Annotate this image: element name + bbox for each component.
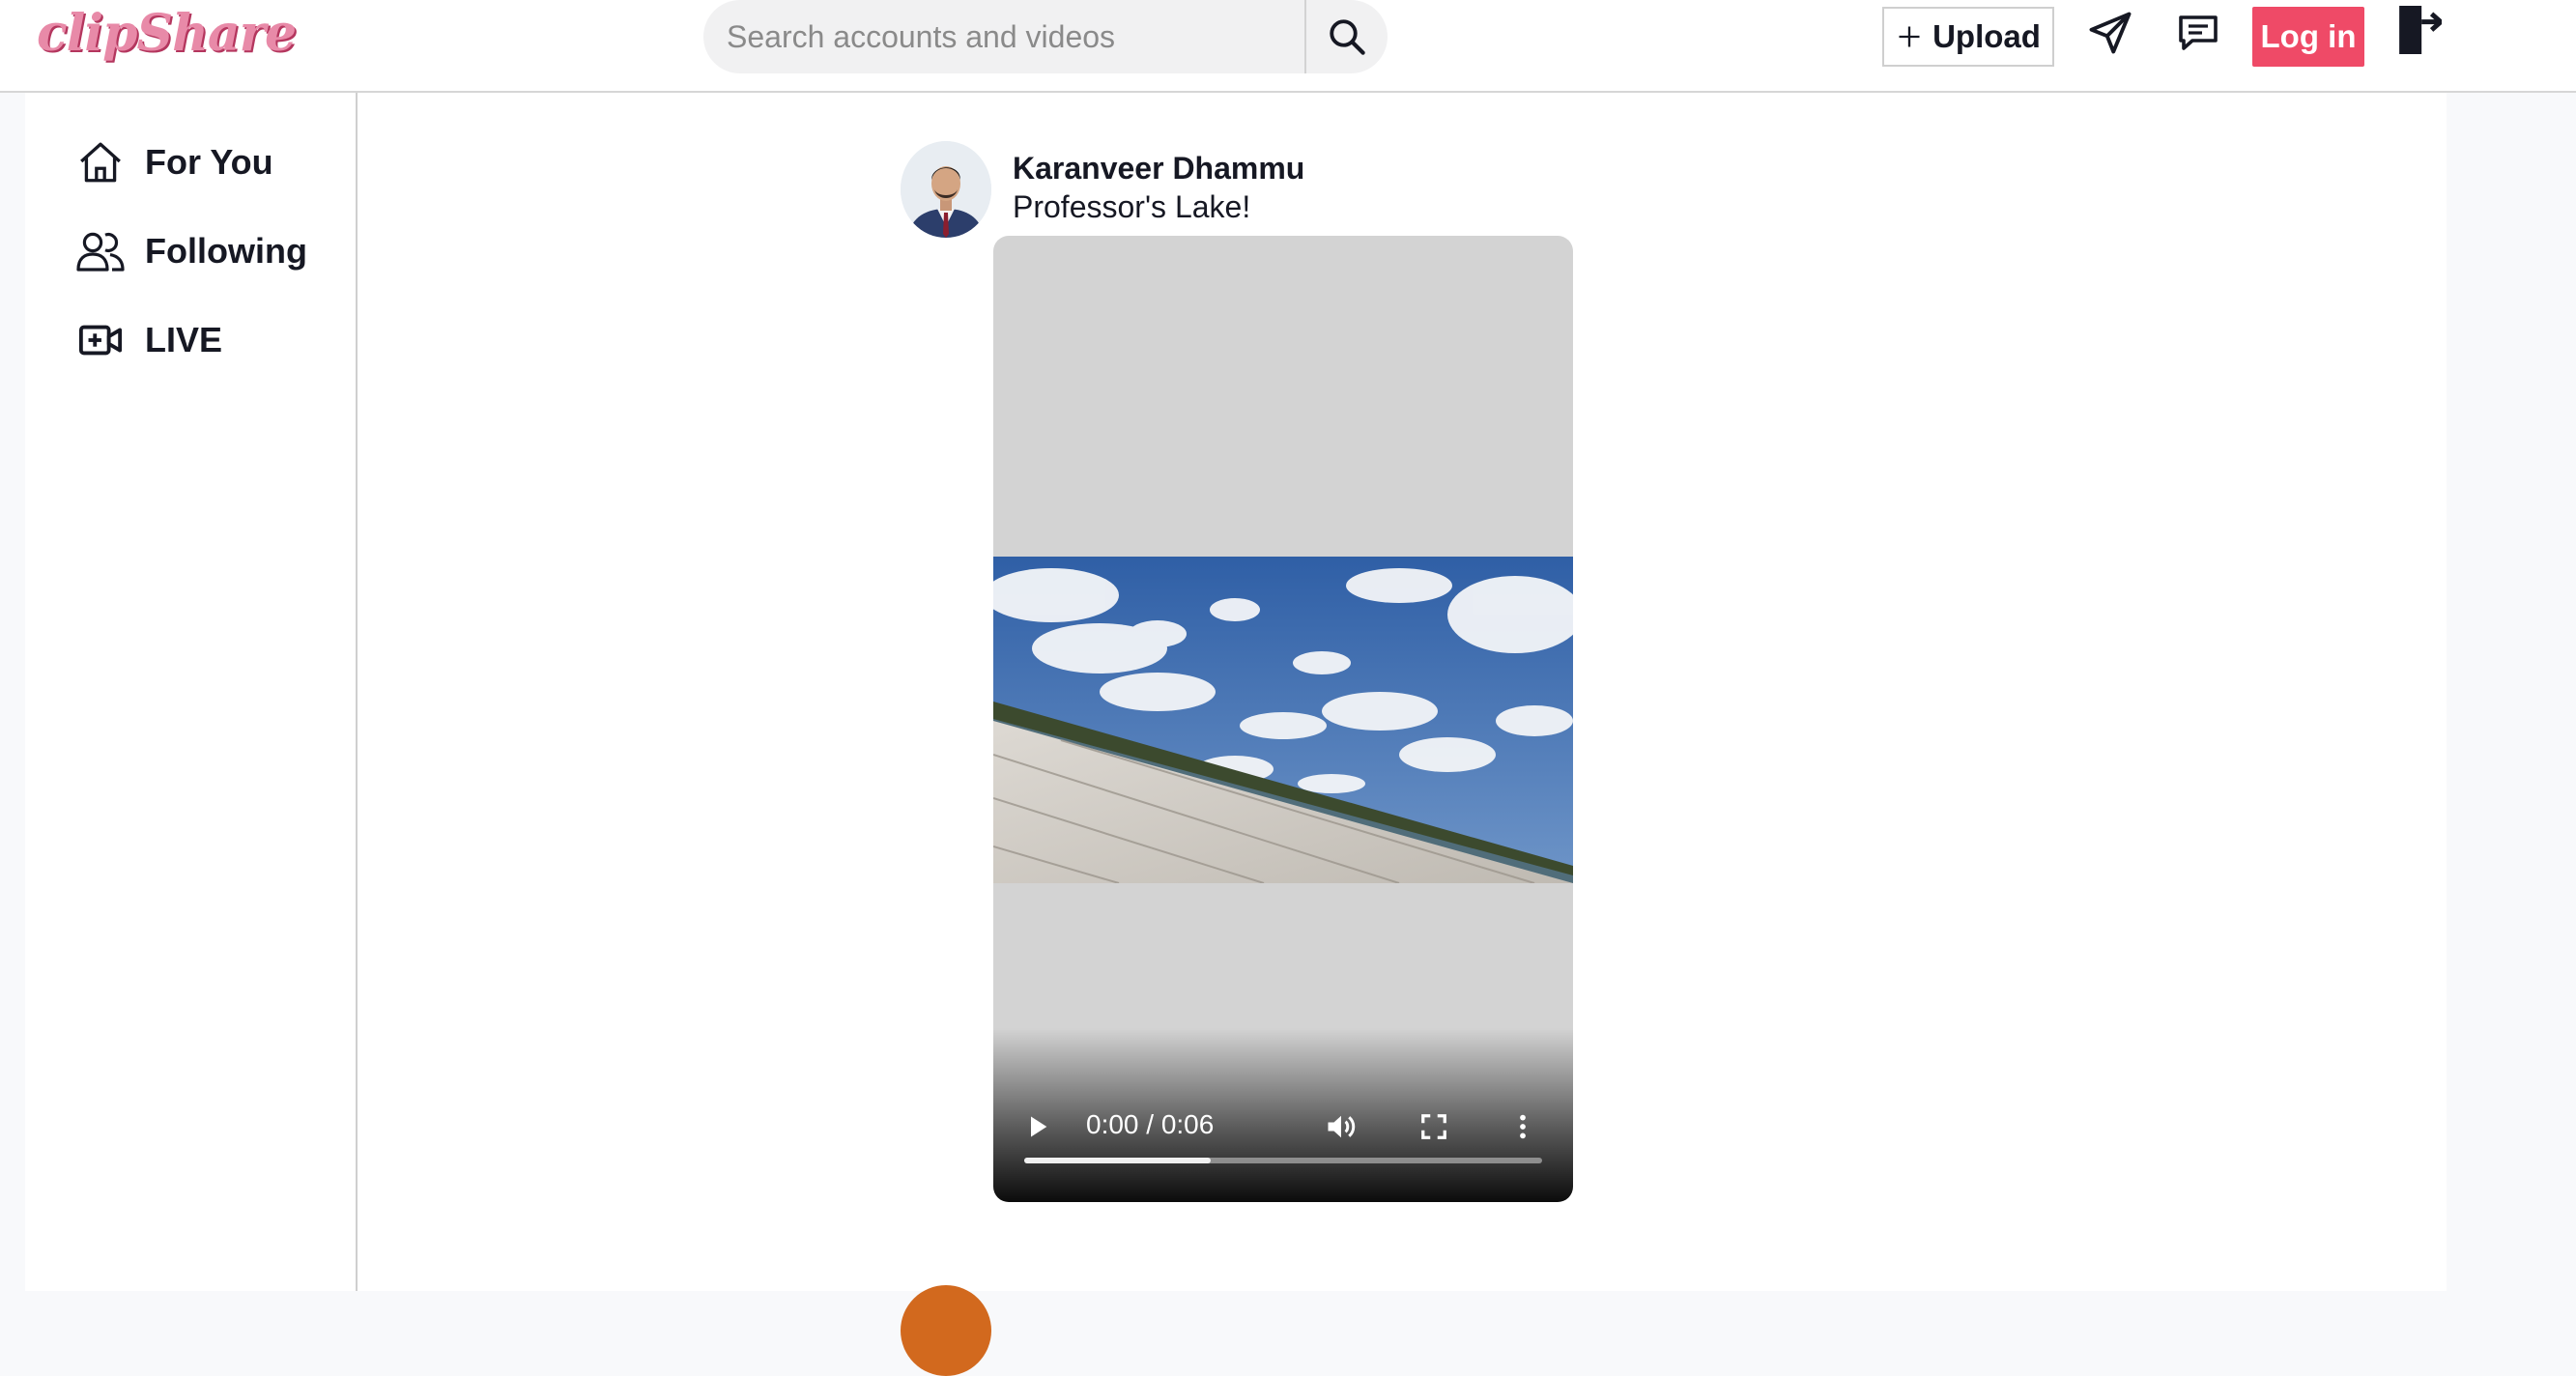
messages-button[interactable]: [2173, 8, 2223, 58]
sidebar-item-label: Following: [145, 231, 307, 271]
progress-buffered: [1024, 1158, 1211, 1163]
play-button[interactable]: [1016, 1105, 1059, 1148]
sidebar: For You Following LIVE: [25, 93, 358, 1291]
more-vertical-icon: [1520, 1114, 1526, 1139]
login-button[interactable]: Log in: [2252, 7, 2364, 67]
video-frame[interactable]: [993, 557, 1573, 883]
sidebar-item-following[interactable]: Following: [75, 222, 307, 280]
controls-overlay: [993, 1028, 1573, 1202]
top-header: clipShare Upload Log in: [0, 0, 2576, 93]
sidebar-item-for-you[interactable]: For You: [75, 133, 273, 191]
sidebar-item-live[interactable]: LIVE: [75, 311, 222, 369]
video-player[interactable]: 0:00 / 0:06: [993, 236, 1573, 1202]
users-icon: [75, 226, 126, 276]
author-name[interactable]: Karanveer Dhammu: [1013, 151, 1304, 186]
sidebar-item-label: LIVE: [145, 320, 223, 359]
search-icon: [1330, 19, 1365, 55]
sidebar-item-label: For You: [145, 142, 273, 182]
message-icon: [2179, 15, 2218, 50]
progress-bar[interactable]: [1024, 1158, 1542, 1163]
fullscreen-button[interactable]: [1411, 1104, 1457, 1150]
live-video-icon: [75, 315, 126, 365]
search-input[interactable]: [703, 0, 1302, 73]
more-options-button[interactable]: [1500, 1104, 1546, 1150]
next-post-avatar[interactable]: [901, 1285, 991, 1376]
avatar[interactable]: [901, 141, 991, 238]
upload-button[interactable]: Upload: [1882, 7, 2054, 67]
plus-icon: [1899, 26, 1920, 47]
clipshare-logo[interactable]: clipShare: [37, 4, 297, 63]
volume-icon: [1328, 1115, 1356, 1138]
video-caption: Professor's Lake!: [1013, 189, 1251, 224]
home-icon: [75, 137, 126, 187]
upload-label: Upload: [1932, 18, 2041, 54]
send-icon: [2089, 12, 2132, 54]
logout-button[interactable]: [2392, 2, 2443, 58]
volume-button[interactable]: [1318, 1104, 1364, 1150]
search-button[interactable]: [1306, 0, 1388, 73]
fullscreen-icon: [1421, 1114, 1446, 1139]
send-button[interactable]: [2083, 6, 2137, 60]
time-display: 0:00 / 0:06: [1086, 1109, 1215, 1139]
logout-icon: [2399, 6, 2442, 54]
play-icon: [1031, 1116, 1047, 1137]
search-bar: [703, 0, 1388, 73]
